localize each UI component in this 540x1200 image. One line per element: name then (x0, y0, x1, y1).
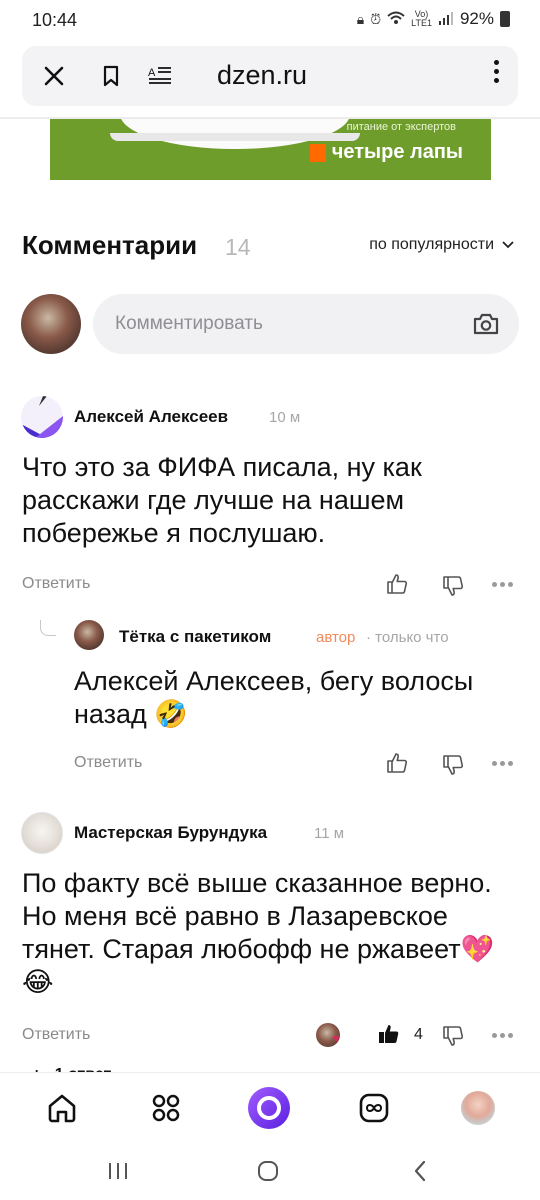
comment-input-placeholder: Комментировать (115, 313, 263, 334)
author-badge: автор (316, 629, 356, 646)
rofl-emoji: 🤣 (154, 699, 188, 729)
status-time: 10:44 (32, 10, 78, 30)
ad-tagline: питание от экспертов (346, 121, 456, 133)
system-nav-bar (0, 1142, 540, 1200)
bookmark-icon[interactable] (96, 46, 126, 106)
network-label: Vo) LTE1 (411, 10, 432, 28)
comment-time: 10 м (269, 409, 301, 426)
battery-percent: 92% (459, 9, 494, 28)
close-icon[interactable] (36, 46, 72, 106)
wifi-icon (387, 11, 405, 28)
thumb-up-filled-icon[interactable] (377, 1022, 401, 1046)
reply-button[interactable]: Ответить (22, 1026, 90, 1044)
sort-label: по популярности (369, 236, 494, 253)
bottom-nav (0, 1072, 540, 1142)
reply-thread-line (40, 620, 56, 636)
ad-brand-name: четыре лапы (331, 141, 463, 163)
url-text[interactable]: dzen.ru (217, 60, 307, 91)
status-bar: 10:44 🔒︎ ⏰︎ Vo) LTE1 92% (0, 0, 540, 40)
reply-button[interactable]: Ответить (22, 575, 90, 593)
comments-title: Комментарии (22, 230, 198, 260)
comment-time: · только что (366, 629, 449, 646)
network-label-bottom: LTE1 (411, 18, 432, 28)
thumb-up-icon[interactable] (385, 572, 409, 596)
signal-icon (438, 11, 454, 28)
more-horiz-icon[interactable] (492, 761, 513, 766)
comment-author[interactable]: Алексей Алексеев (74, 407, 228, 427)
subscriptions-icon[interactable] (344, 1073, 404, 1143)
sort-dropdown[interactable]: по популярности (369, 236, 514, 254)
svg-text:A: A (148, 67, 156, 79)
alice-assistant-icon[interactable] (239, 1073, 299, 1143)
comment-text: Алексей Алексеев, бегу волосы назад 🤣 (74, 665, 494, 731)
comment-text: По факту всё выше сказанное верно. Но ме… (22, 867, 512, 999)
home-icon[interactable] (32, 1073, 92, 1143)
thumb-down-icon[interactable] (441, 574, 465, 598)
comment-text-body: По факту всё выше сказанное верно. Но ме… (22, 868, 492, 964)
apps-grid-icon[interactable] (136, 1073, 196, 1143)
brand-mark-icon (309, 143, 326, 162)
current-user-avatar[interactable] (21, 294, 81, 354)
bowl-rim (110, 133, 360, 141)
thumb-up-icon[interactable] (385, 751, 409, 775)
thumb-down-icon[interactable] (441, 1024, 465, 1048)
avatar[interactable] (21, 396, 63, 438)
comment-author[interactable]: Тётка с пакетиком (119, 627, 271, 647)
lock-icon: 🔒︎ (356, 10, 365, 27)
reader-mode-icon[interactable]: A (142, 46, 178, 106)
alarm-icon: ⏰︎ (370, 10, 382, 27)
ad-brand-logo: четыре лапы (309, 141, 463, 164)
comment-time: 11 м (314, 825, 345, 842)
more-horiz-icon[interactable] (492, 582, 513, 587)
camera-icon[interactable] (473, 312, 499, 336)
home-circle-icon[interactable] (238, 1154, 298, 1188)
recent-apps-icon[interactable] (88, 1154, 148, 1188)
back-icon[interactable] (390, 1154, 450, 1188)
comment-text-body: Алексей Алексеев, бегу волосы назад (74, 666, 474, 729)
status-icons: 🔒︎ ⏰︎ Vo) LTE1 92% (357, 9, 510, 29)
heart-icon: ♥ (333, 1033, 340, 1045)
browser-url-bar: A dzen.ru (22, 46, 518, 106)
profile-photo (461, 1091, 495, 1125)
comments-count: 14 (225, 234, 251, 260)
more-horiz-icon[interactable] (492, 1033, 513, 1038)
thumb-down-icon[interactable] (441, 753, 465, 777)
avatar[interactable] (21, 812, 63, 854)
comment-text: Что это за ФИФА писала, ну как расскажи … (22, 452, 422, 548)
avatar[interactable] (74, 620, 104, 650)
battery-icon (500, 11, 510, 27)
comment-author[interactable]: Мастерская Бурундука (74, 823, 267, 843)
profile-avatar[interactable] (448, 1073, 508, 1143)
reply-button[interactable]: Ответить (74, 754, 142, 772)
like-count: 4 (414, 1026, 423, 1043)
chevron-down-icon (502, 241, 514, 249)
comment-input[interactable]: Комментировать (93, 294, 519, 354)
more-vert-icon[interactable] (492, 60, 500, 83)
ad-banner[interactable]: питание от экспертов четыре лапы (50, 119, 491, 180)
